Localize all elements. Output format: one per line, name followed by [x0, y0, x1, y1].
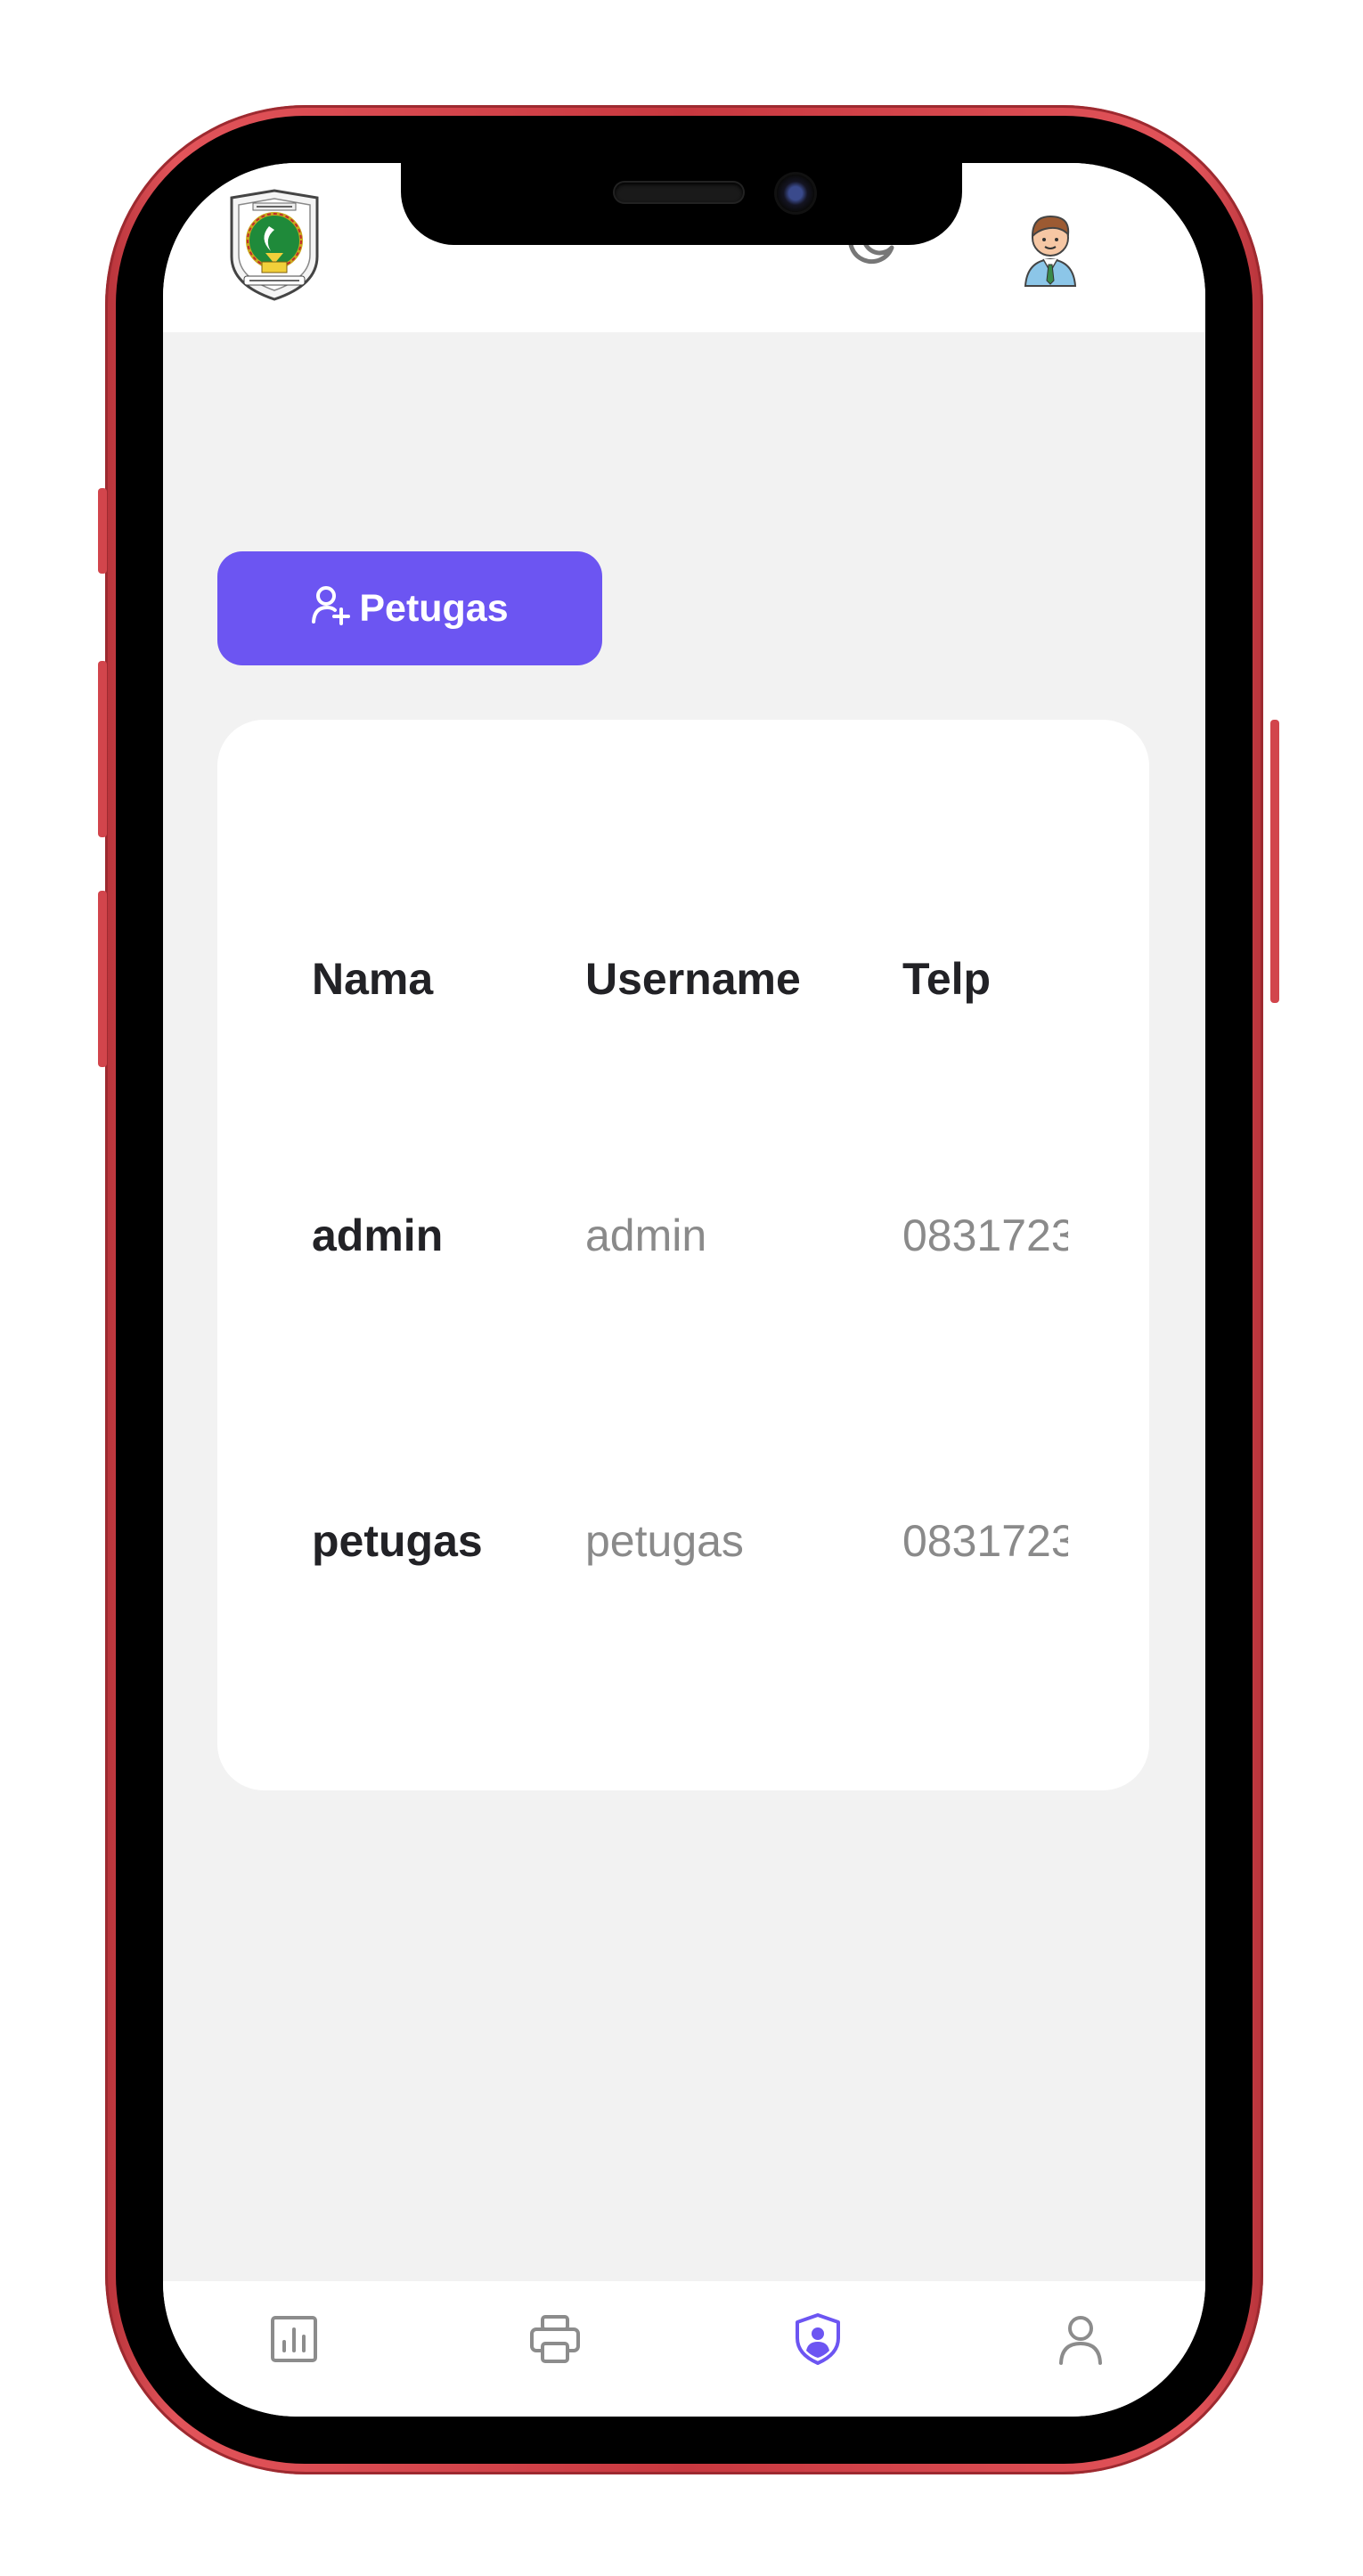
row-1-nama[interactable]: admin [312, 1210, 552, 1261]
add-petugas-button[interactable]: Petugas [217, 551, 602, 665]
power-button [1270, 720, 1279, 1003]
phone-notch [401, 163, 962, 245]
phone-speaker [615, 183, 743, 202]
row-2-nama[interactable]: petugas [312, 1515, 552, 1567]
volume-up-button [98, 661, 107, 837]
avatar[interactable] [1018, 209, 1082, 288]
row-2-telp: 08317233 [902, 1516, 1068, 1566]
volume-down-button [98, 891, 107, 1067]
column-header-nama[interactable]: Nama [312, 953, 552, 1005]
add-petugas-label: Petugas [359, 586, 509, 630]
school-logo[interactable] [223, 187, 326, 303]
silent-switch [98, 488, 107, 574]
front-camera [777, 175, 814, 212]
user-icon [1059, 2316, 1102, 2365]
printer-icon [530, 2315, 580, 2363]
app-screen: Petugas Nama Username Telp admin admin 0… [163, 163, 1205, 2417]
nav-print[interactable] [524, 2308, 586, 2370]
bottom-nav [163, 2281, 1205, 2417]
petugas-table: Nama Username Telp admin admin 08317233 … [217, 720, 1149, 1790]
column-header-telp[interactable]: Telp [902, 953, 1068, 1005]
row-1-username: admin [585, 1211, 707, 1260]
nav-profile[interactable] [1049, 2308, 1112, 2370]
nav-petugas[interactable] [787, 2308, 849, 2370]
row-2-username: petugas [585, 1516, 744, 1566]
bar-chart-icon [271, 2316, 317, 2362]
column-header-username[interactable]: Username [585, 953, 870, 1005]
user-plus-icon [312, 586, 351, 625]
shield-user-icon [796, 2313, 840, 2365]
nav-dashboard[interactable] [263, 2308, 325, 2370]
row-1-telp: 08317233 [902, 1211, 1068, 1260]
